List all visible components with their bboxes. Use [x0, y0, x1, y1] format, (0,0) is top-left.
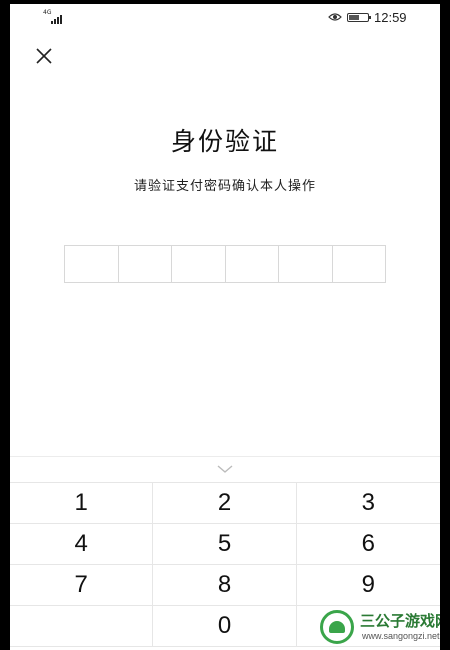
key-5[interactable]: 5 [153, 524, 297, 565]
key-3[interactable]: 3 [296, 483, 440, 524]
key-7[interactable]: 7 [10, 565, 154, 606]
battery-icon [347, 13, 371, 22]
pin-cell [226, 246, 279, 282]
pin-cell [119, 246, 172, 282]
watermark-name: 三公子游戏网 [360, 612, 440, 630]
key-2[interactable]: 2 [153, 483, 297, 524]
pin-cell [279, 246, 333, 282]
pin-cell [333, 246, 386, 282]
key-0[interactable]: 0 [153, 606, 297, 647]
page-title: 身份验证 [170, 127, 279, 156]
key-1[interactable]: 1 [10, 483, 154, 524]
pin-input[interactable] [64, 245, 386, 283]
key-6[interactable]: 6 [296, 524, 440, 565]
eye-icon [328, 13, 342, 21]
status-time: 12:59 [374, 10, 407, 25]
network-type: 4G [43, 9, 52, 16]
payment-verification-screen: 4G 12:59 身份验证 请验证支付密码确认本人操作 123 456 7890 三… [10, 4, 440, 650]
site-watermark: 三公子游戏网 www.sangongzi.net [316, 606, 440, 650]
watermark-logo-icon [320, 610, 354, 644]
pin-cell [65, 246, 119, 282]
key-9[interactable]: 9 [296, 565, 440, 606]
close-icon[interactable] [32, 44, 56, 68]
signal-icon: 4G [43, 10, 67, 24]
watermark-url: www.sangongzi.net [362, 631, 440, 641]
status-bar: 4G 12:59 [10, 4, 440, 30]
key-4[interactable]: 4 [10, 524, 154, 565]
page-subtitle: 请验证支付密码确认本人操作 [133, 179, 316, 194]
chevron-down-icon[interactable] [215, 463, 235, 475]
pin-cell [172, 246, 226, 282]
key-blank [10, 606, 154, 647]
key-8[interactable]: 8 [153, 565, 297, 606]
battery-fill [349, 15, 359, 20]
